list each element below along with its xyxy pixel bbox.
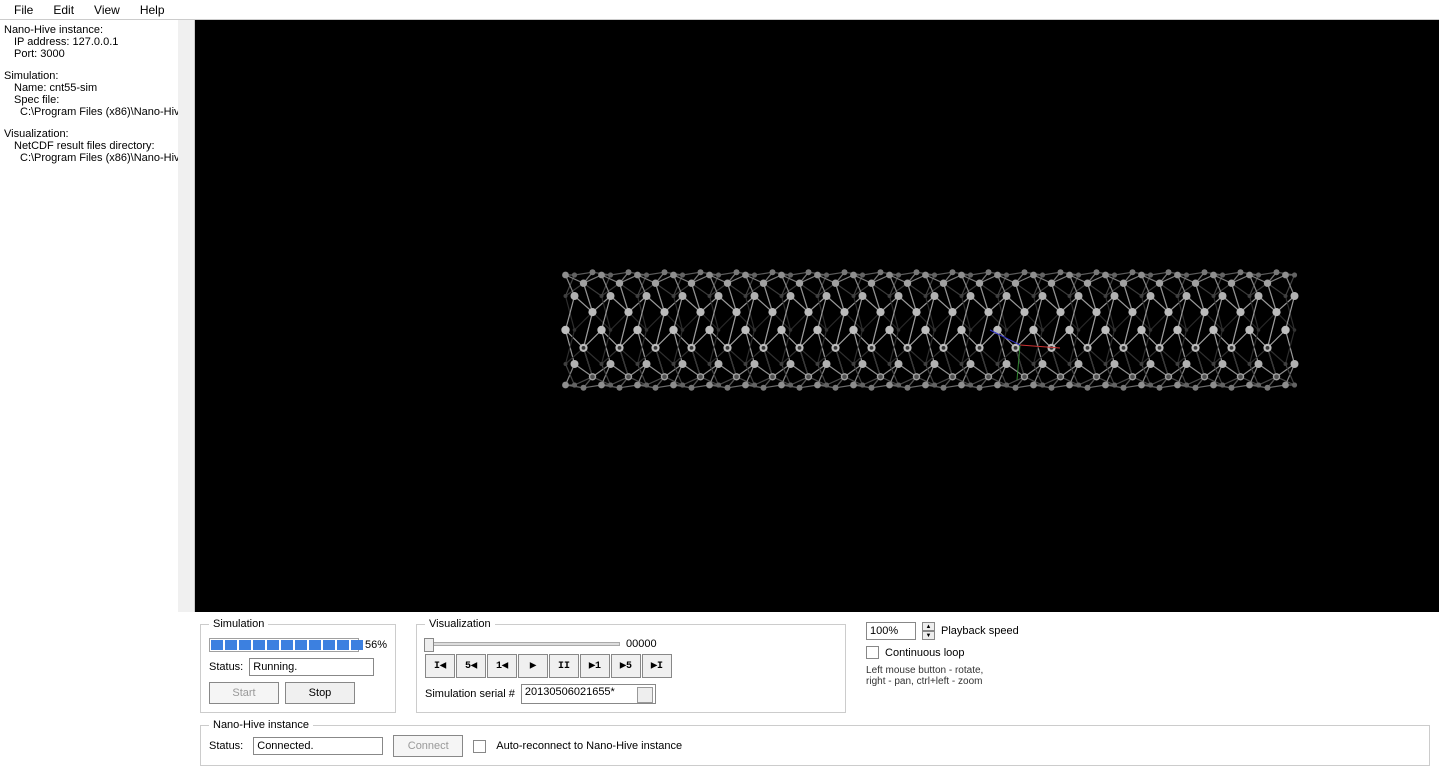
sidebar-sim-name: Name: cnt55-sim <box>4 82 190 94</box>
simulation-status-value <box>249 658 374 676</box>
autoreconnect-label: Auto-reconnect to Nano-Hive instance <box>496 740 682 752</box>
sidebar-port: Port: 3000 <box>4 48 190 60</box>
menu-view[interactable]: View <box>84 1 130 19</box>
frame-counter: 00000 <box>626 638 657 650</box>
simulation-status-label: Status: <box>209 661 243 673</box>
fwd1-button[interactable]: ▶1 <box>580 654 610 678</box>
sidebar: Nano-Hive instance: IP address: 127.0.0.… <box>0 20 195 612</box>
playback-speed-spinner[interactable]: 100% <box>866 622 916 640</box>
frame-slider[interactable] <box>425 642 620 646</box>
playback-speed-value: 100% <box>870 625 898 637</box>
pause-button[interactable]: II <box>549 654 579 678</box>
sidebar-scrollbar[interactable] <box>178 20 194 612</box>
continuous-loop-checkbox[interactable] <box>866 646 879 659</box>
frame-slider-thumb[interactable] <box>424 638 434 652</box>
playback-extra-panel: 100% ▲ ▼ Playback speed Continuous loop … <box>866 618 1019 713</box>
stop-button[interactable]: Stop <box>285 682 355 704</box>
simulation-panel: Simulation 56% Status: Start Stop <box>200 618 396 713</box>
sim-serial-label: Simulation serial # <box>425 688 515 700</box>
back1-button[interactable]: 1◀ <box>487 654 517 678</box>
nanohive-status-label: Status: <box>209 740 243 752</box>
visualization-panel: Visualization 00000 I◀ 5◀ 1◀ ▶ II ▶1 ▶5 … <box>416 618 846 713</box>
visualization-legend: Visualization <box>425 618 495 630</box>
mouse-help-line2: right - pan, ctrl+left - zoom <box>866 676 1019 687</box>
sidebar-simulation-header: Simulation: <box>4 70 190 82</box>
first-frame-button[interactable]: I◀ <box>425 654 455 678</box>
sidebar-nanohive-header: Nano-Hive instance: <box>4 24 190 36</box>
sim-serial-value: 20130506021655* <box>525 686 615 698</box>
sidebar-ip: IP address: 127.0.0.1 <box>4 36 190 48</box>
menu-bar: File Edit View Help <box>0 0 1439 20</box>
sidebar-spec-path: C:\Program Files (x86)\Nano-Hive\ <box>4 106 190 118</box>
menu-edit[interactable]: Edit <box>43 1 84 19</box>
connect-button: Connect <box>393 735 463 757</box>
sim-serial-dropdown[interactable]: 20130506021655* <box>521 684 656 704</box>
playback-controls: I◀ 5◀ 1◀ ▶ II ▶1 ▶5 ▶I <box>425 654 837 678</box>
simulation-legend: Simulation <box>209 618 268 630</box>
simulation-progressbar <box>209 638 359 652</box>
simulation-progress-pct: 56% <box>365 639 387 651</box>
speed-up-icon[interactable]: ▲ <box>922 622 935 631</box>
back5-button[interactable]: 5◀ <box>456 654 486 678</box>
sidebar-spec-label: Spec file: <box>4 94 190 106</box>
nanohive-status-value <box>253 737 383 755</box>
last-frame-button[interactable]: ▶I <box>642 654 672 678</box>
simulation-progress-row: 56% <box>209 638 387 652</box>
mouse-help-line1: Left mouse button - rotate, <box>866 665 1019 676</box>
start-button: Start <box>209 682 279 704</box>
menu-file[interactable]: File <box>4 1 43 19</box>
bottom-panels: Simulation 56% Status: Start Stop Visual… <box>0 612 1439 713</box>
playback-speed-label: Playback speed <box>941 625 1019 637</box>
menu-help[interactable]: Help <box>130 1 175 19</box>
sidebar-netcdf-path: C:\Program Files (x86)\Nano-Hive\ <box>4 152 190 164</box>
autoreconnect-checkbox[interactable] <box>473 740 486 753</box>
play-button[interactable]: ▶ <box>518 654 548 678</box>
nanohive-legend: Nano-Hive instance <box>209 719 313 731</box>
speed-down-icon[interactable]: ▼ <box>922 631 935 640</box>
continuous-loop-label: Continuous loop <box>885 647 965 659</box>
sidebar-netcdf-label: NetCDF result files directory: <box>4 140 190 152</box>
fwd5-button[interactable]: ▶5 <box>611 654 641 678</box>
sidebar-visualization-header: Visualization: <box>4 128 190 140</box>
viewport-3d[interactable] <box>195 20 1439 612</box>
main-area: Nano-Hive instance: IP address: 127.0.0.… <box>0 20 1439 612</box>
